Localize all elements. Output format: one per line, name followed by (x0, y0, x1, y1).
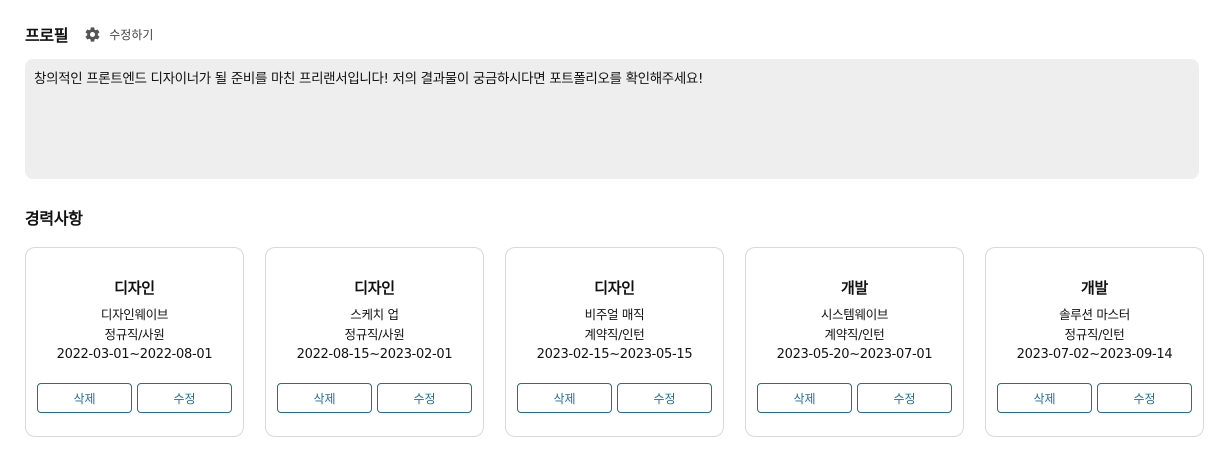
career-company: 비주얼 매직 (584, 307, 645, 322)
career-category: 디자인 (354, 279, 395, 297)
career-period: 2023-02-15~2023-05-15 (536, 347, 693, 362)
career-category: 디자인 (594, 279, 635, 297)
career-period: 2022-08-15~2023-02-01 (296, 347, 453, 362)
career-card: 개발 시스템웨이브 계약직/인턴 2023-05-20~2023-07-01 삭… (745, 247, 964, 437)
career-category: 디자인 (114, 279, 155, 297)
career-employment-type: 정규직/사원 (104, 327, 165, 342)
career-employment-type: 정규직/사원 (344, 327, 405, 342)
career-section-title: 경력사항 (25, 209, 83, 228)
career-company: 스케치 업 (350, 307, 399, 322)
edit-button[interactable]: 수정 (377, 383, 472, 413)
career-card-list: 디자인 디자인웨이브 정규직/사원 2022-03-01~2022-08-01 … (25, 247, 1204, 437)
profile-intro: 창의적인 프론트엔드 디자이너가 될 준비를 마친 프리랜서입니다! 저의 결과… (25, 59, 1199, 179)
career-card-actions: 삭제 수정 (277, 383, 472, 413)
edit-button[interactable]: 수정 (1097, 383, 1192, 413)
career-employment-type: 계약직/인턴 (824, 327, 885, 342)
career-period: 2023-07-02~2023-09-14 (1016, 347, 1173, 362)
delete-button[interactable]: 삭제 (517, 383, 612, 413)
edit-button[interactable]: 수정 (617, 383, 712, 413)
career-card-actions: 삭제 수정 (757, 383, 952, 413)
career-company: 솔루션 마스터 (1059, 307, 1130, 322)
gear-icon (84, 26, 101, 43)
career-period: 2023-05-20~2023-07-01 (776, 347, 933, 362)
career-employment-type: 정규직/인턴 (1064, 327, 1125, 342)
career-card: 디자인 비주얼 매직 계약직/인턴 2023-02-15~2023-05-15 … (505, 247, 724, 437)
edit-button[interactable]: 수정 (857, 383, 952, 413)
edit-button[interactable]: 수정 (137, 383, 232, 413)
delete-button[interactable]: 삭제 (277, 383, 372, 413)
profile-title: 프로필 (25, 26, 69, 45)
career-card-actions: 삭제 수정 (517, 383, 712, 413)
career-period: 2022-03-01~2022-08-01 (56, 347, 213, 362)
career-card: 디자인 디자인웨이브 정규직/사원 2022-03-01~2022-08-01 … (25, 247, 244, 437)
career-company: 디자인웨이브 (100, 307, 169, 322)
profile-edit-label: 수정하기 (109, 27, 154, 42)
delete-button[interactable]: 삭제 (37, 383, 132, 413)
career-category: 개발 (840, 279, 868, 297)
career-card-actions: 삭제 수정 (997, 383, 1192, 413)
delete-button[interactable]: 삭제 (757, 383, 852, 413)
delete-button[interactable]: 삭제 (997, 383, 1092, 413)
career-company: 시스템웨이브 (820, 307, 889, 322)
career-employment-type: 계약직/인턴 (584, 327, 645, 342)
career-card-actions: 삭제 수정 (37, 383, 232, 413)
profile-edit-button[interactable]: 수정하기 (84, 26, 153, 43)
career-category: 개발 (1080, 279, 1108, 297)
profile-header: 프로필 수정하기 (25, 22, 153, 46)
career-card: 개발 솔루션 마스터 정규직/인턴 2023-07-02~2023-09-14 … (985, 247, 1204, 437)
career-card: 디자인 스케치 업 정규직/사원 2022-08-15~2023-02-01 삭… (265, 247, 484, 437)
